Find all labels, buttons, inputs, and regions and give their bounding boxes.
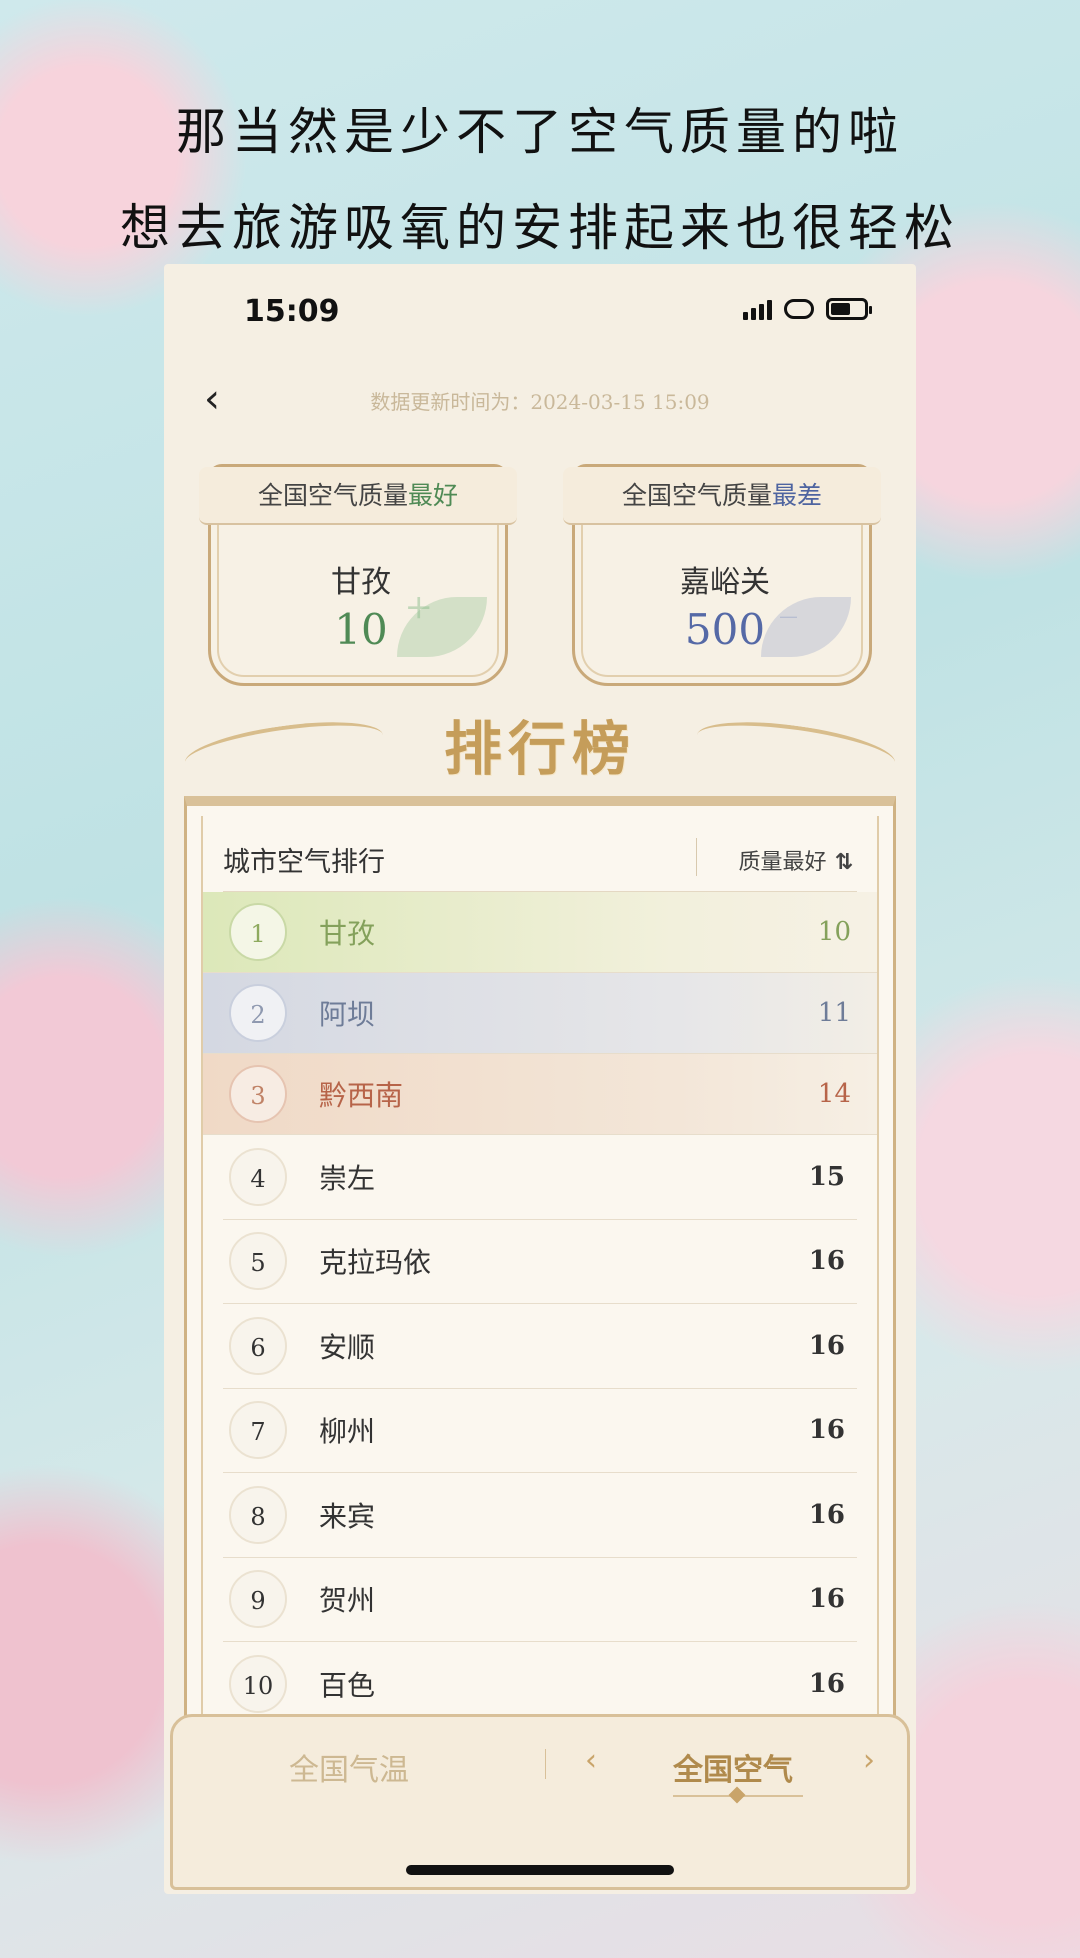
rank-badge: 5 bbox=[229, 1232, 287, 1291]
rank-badge: 4 bbox=[229, 1147, 287, 1206]
ranking-row[interactable]: 2 阿坝 11 bbox=[203, 973, 877, 1054]
row-city: 黔西南 bbox=[319, 1079, 404, 1112]
chevron-right-icon: › bbox=[863, 1743, 875, 1778]
ranking-row[interactable]: 8 来宾 16 bbox=[223, 1473, 857, 1558]
ranking-row[interactable]: 7 柳州 16 bbox=[223, 1389, 857, 1473]
ranking-banner: 排行榜 bbox=[164, 696, 916, 796]
best-air-card[interactable]: 全国空气质量最好 甘孜 10 + bbox=[199, 464, 517, 686]
tab-air-quality[interactable]: 全国空气 bbox=[673, 1745, 793, 1789]
list-header: 城市空气排行 质量最好 ⇅ bbox=[223, 820, 857, 892]
row-city: 贺州 bbox=[319, 1584, 376, 1618]
rank-badge: 7 bbox=[229, 1401, 287, 1460]
rank-badge: 2 bbox=[229, 984, 287, 1042]
row-value: 16 bbox=[808, 1584, 845, 1615]
row-value: 16 bbox=[808, 1330, 845, 1361]
tab-temperature[interactable]: 全国气温 bbox=[289, 1745, 409, 1789]
rank-badge: 9 bbox=[229, 1570, 287, 1629]
rank-badge: 3 bbox=[229, 1065, 287, 1123]
ranking-rows: 1 甘孜 10 2 阿坝 11 3 黔西南 14 4 崇左 15 5 克拉玛依 … bbox=[203, 892, 877, 1727]
row-value: 11 bbox=[817, 998, 851, 1028]
ranking-title: 排行榜 bbox=[443, 715, 636, 783]
best-city: 甘孜 bbox=[331, 565, 391, 600]
tab-divider bbox=[545, 1749, 546, 1779]
row-city: 来宾 bbox=[319, 1499, 376, 1533]
row-value: 14 bbox=[817, 1079, 851, 1109]
rank-badge: 8 bbox=[229, 1485, 287, 1544]
header-divider bbox=[696, 838, 697, 876]
row-value: 10 bbox=[817, 917, 851, 947]
row-city: 安顺 bbox=[319, 1330, 376, 1364]
ranking-row[interactable]: 6 安顺 16 bbox=[223, 1304, 857, 1389]
ranking-row[interactable]: 9 贺州 16 bbox=[223, 1558, 857, 1642]
row-city: 甘孜 bbox=[319, 917, 376, 950]
ranking-list-frame: 城市空气排行 质量最好 ⇅ 1 甘孜 10 2 阿坝 11 3 黔西南 14 4… bbox=[184, 796, 896, 1727]
sort-toggle[interactable]: 质量最好 ⇅ bbox=[739, 844, 853, 876]
sort-icon: ⇅ bbox=[834, 850, 853, 875]
ranking-row[interactable]: 4 崇左 15 bbox=[223, 1135, 857, 1220]
phone-screen: 15:09 ‹ 数据更新时间为：2024-03-15 15:09 全国空气质量最… bbox=[164, 264, 916, 1894]
rank-badge: 6 bbox=[229, 1316, 287, 1375]
list-title: 城市空气排行 bbox=[223, 847, 385, 878]
update-time: 数据更新时间为：2024-03-15 15:09 bbox=[370, 390, 710, 414]
ranking-row[interactable]: 1 甘孜 10 bbox=[203, 892, 877, 973]
home-indicator[interactable] bbox=[406, 1865, 674, 1875]
row-city: 百色 bbox=[319, 1668, 376, 1702]
ranking-list[interactable]: 城市空气排行 质量最好 ⇅ 1 甘孜 10 2 阿坝 11 3 黔西南 14 4… bbox=[201, 816, 879, 1727]
caption-line-1: 那当然是少不了空气质量的啦 bbox=[176, 103, 904, 161]
ranking-row[interactable]: 5 克拉玛依 16 bbox=[223, 1220, 857, 1304]
rank-badge: 10 bbox=[229, 1654, 287, 1713]
best-card-title: 全国空气质量最好 bbox=[199, 467, 517, 525]
ranking-row[interactable]: 3 黔西南 14 bbox=[203, 1054, 877, 1135]
row-value: 16 bbox=[808, 1246, 845, 1277]
worst-air-card[interactable]: 全国空气质量最差 嘉峪关 500 _ bbox=[563, 464, 881, 686]
rank-badge: 1 bbox=[229, 903, 287, 961]
sort-label: 质量最好 bbox=[738, 850, 827, 875]
worst-city: 嘉峪关 bbox=[680, 565, 770, 600]
worst-highlight: 最差 bbox=[772, 481, 823, 510]
worst-card-title: 全国空气质量最差 bbox=[563, 467, 881, 525]
row-value: 16 bbox=[808, 1668, 845, 1699]
status-time: 15:09 bbox=[244, 294, 340, 329]
row-city: 柳州 bbox=[319, 1415, 376, 1449]
row-city: 克拉玛依 bbox=[319, 1246, 432, 1280]
row-value: 15 bbox=[808, 1161, 845, 1192]
chevron-left-icon: ‹ bbox=[585, 1743, 597, 1778]
bottom-tab-bar: 全国气温 ‹ 全国空气 › bbox=[170, 1714, 910, 1890]
caption-line-2: 想去旅游吸氧的安排起来也很轻松 bbox=[120, 199, 960, 257]
battery-icon bbox=[826, 298, 872, 320]
diamond-icon bbox=[728, 1786, 746, 1804]
link-icon bbox=[784, 299, 814, 319]
row-value: 16 bbox=[808, 1415, 845, 1446]
row-city: 阿坝 bbox=[319, 998, 376, 1031]
best-highlight: 最好 bbox=[408, 481, 459, 510]
row-value: 16 bbox=[808, 1499, 845, 1530]
signal-icon bbox=[743, 298, 772, 320]
row-city: 崇左 bbox=[319, 1161, 376, 1195]
status-icons bbox=[743, 298, 872, 320]
